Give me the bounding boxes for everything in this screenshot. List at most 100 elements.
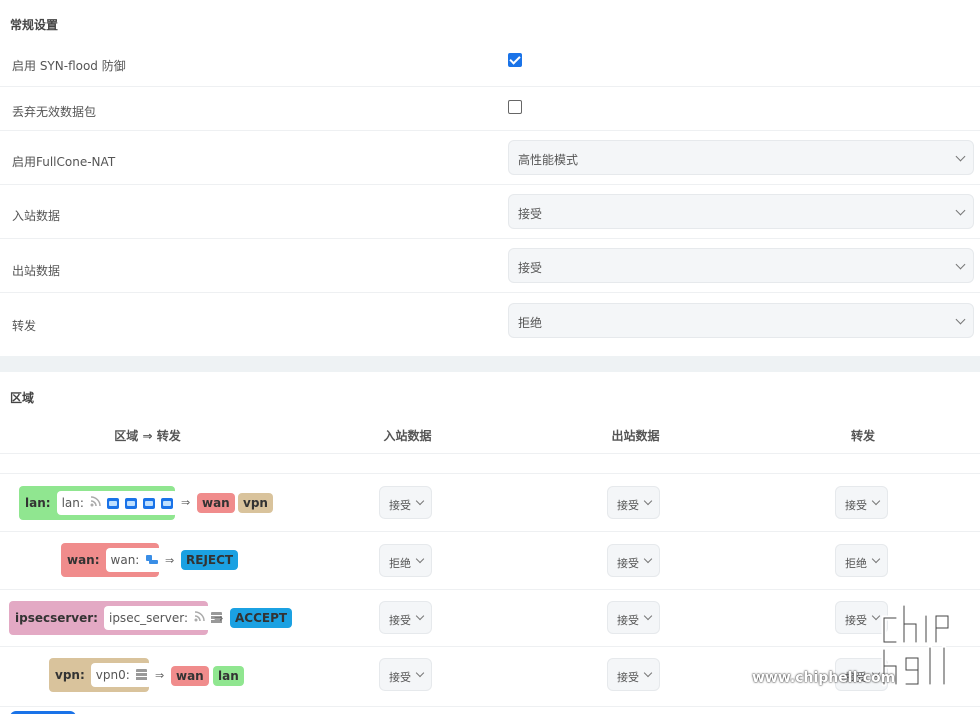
chevron-down-icon bbox=[643, 554, 653, 564]
setting-label: 丢弃无效数据包 bbox=[12, 105, 97, 119]
chevron-down-icon bbox=[415, 668, 425, 678]
setting-label: 启用 SYN-flood 防御 bbox=[12, 59, 126, 73]
zone-name: ipsecserver: bbox=[15, 611, 98, 625]
select-value: 拒绝 bbox=[518, 316, 543, 330]
setting-label: 转发 bbox=[12, 319, 37, 333]
zone-badge-lan[interactable]: lan: lan: bbox=[19, 486, 178, 520]
setting-row-drop-invalid: 丢弃无效数据包 bbox=[0, 87, 980, 131]
zones-title: 区域 bbox=[10, 391, 35, 405]
setting-row-output: 出站数据 接受 bbox=[0, 239, 980, 293]
select-value: 接受 bbox=[845, 614, 867, 627]
forward-arrow: ⇒ bbox=[214, 612, 224, 625]
zone-output-select[interactable]: 接受 bbox=[607, 601, 660, 634]
zone-forward-select[interactable]: 接受 bbox=[835, 486, 888, 519]
chevron-down-icon bbox=[643, 496, 653, 506]
drop-invalid-checkbox[interactable] bbox=[508, 100, 522, 114]
header-input: 入站数据 bbox=[383, 429, 432, 443]
zone-networks: ipsec_server: bbox=[103, 606, 227, 630]
select-value: 接受 bbox=[845, 499, 867, 512]
setting-row-syn-flood: 启用 SYN-flood 防御 bbox=[0, 40, 980, 87]
select-value: 接受 bbox=[389, 671, 411, 684]
network-name: ipsec_server: bbox=[108, 611, 188, 625]
zones-header-row: 区域 ⇒ 转发 入站数据 出站数据 转发 bbox=[0, 416, 980, 454]
select-value: 接受 bbox=[518, 261, 543, 275]
chevron-down-icon bbox=[643, 611, 653, 621]
setting-row-fullcone: 启用FullCone-NAT 高性能模式 bbox=[0, 131, 980, 185]
zone-input-select[interactable]: 接受 bbox=[379, 658, 432, 691]
ethernet-port-icon bbox=[106, 497, 119, 509]
vpn-network-icon bbox=[145, 555, 159, 565]
zone-badge-vpn[interactable]: vpn: vpn0: bbox=[49, 658, 152, 692]
setting-label: 入站数据 bbox=[12, 209, 61, 223]
output-policy-select[interactable]: 接受 bbox=[508, 248, 974, 283]
forward-policy-select[interactable]: 拒绝 bbox=[508, 303, 974, 338]
ethernet-port-icon bbox=[124, 497, 137, 509]
ethernet-port-icon bbox=[142, 497, 155, 509]
network-name: vpn0: bbox=[95, 668, 130, 682]
zone-name: vpn: bbox=[55, 668, 85, 682]
setting-row-forward: 转发 拒绝 bbox=[0, 293, 980, 349]
select-value: 拒绝 bbox=[389, 557, 411, 570]
network-name: wan: bbox=[110, 553, 140, 567]
zone-networks: wan: bbox=[105, 548, 164, 572]
select-value: 接受 bbox=[617, 499, 639, 512]
zone-badge-ipsecserver[interactable]: ipsecserver: ipsec_server: bbox=[9, 601, 227, 635]
forward-arrow: ⇒ bbox=[155, 669, 165, 682]
chevron-down-icon bbox=[415, 611, 425, 621]
select-value: 高性能模式 bbox=[518, 153, 579, 167]
zone-networks: lan: bbox=[56, 491, 178, 515]
zone-row-wan: wan: wan: ⇒ REJECT 拒绝 接受 拒绝 bbox=[0, 532, 980, 590]
zone-name: wan: bbox=[67, 553, 100, 567]
target-tag-wan: wan bbox=[171, 666, 209, 686]
syn-flood-checkbox[interactable] bbox=[508, 53, 522, 67]
chevron-down-icon bbox=[871, 554, 881, 564]
header-output: 出站数据 bbox=[611, 429, 660, 443]
zone-forward-select[interactable]: 拒绝 bbox=[835, 544, 888, 577]
chevron-down-icon bbox=[643, 668, 653, 678]
zone-output-select[interactable]: 接受 bbox=[607, 658, 660, 691]
setting-label: 启用FullCone-NAT bbox=[12, 155, 116, 169]
general-settings-title: 常规设置 bbox=[10, 18, 59, 32]
zones-spacer-row bbox=[0, 454, 980, 474]
zone-row-lan: lan: lan: ⇒ wan vpn 接受 接受 接受 bbox=[0, 474, 980, 532]
chevron-down-icon bbox=[871, 496, 881, 506]
select-value: 接受 bbox=[617, 557, 639, 570]
target-tag-lan: lan bbox=[213, 666, 244, 686]
chevron-down-icon bbox=[955, 151, 966, 162]
zone-input-select[interactable]: 接受 bbox=[379, 601, 432, 634]
setting-row-input: 入站数据 接受 bbox=[0, 185, 980, 239]
server-icon bbox=[135, 669, 147, 681]
select-value: 接受 bbox=[389, 499, 411, 512]
target-tag-vpn: vpn bbox=[238, 493, 273, 513]
chevron-down-icon bbox=[955, 259, 966, 270]
zone-name: lan: bbox=[25, 496, 51, 510]
chevron-down-icon bbox=[415, 496, 425, 506]
setting-label: 出站数据 bbox=[12, 264, 61, 278]
network-name: lan: bbox=[61, 496, 84, 510]
chevron-down-icon bbox=[415, 554, 425, 564]
watermark-text: www.chiphell.com bbox=[752, 670, 896, 686]
select-value: 接受 bbox=[617, 614, 639, 627]
zone-input-select[interactable]: 接受 bbox=[379, 486, 432, 519]
chevron-down-icon bbox=[955, 314, 966, 325]
zone-badge-wan[interactable]: wan: wan: bbox=[61, 543, 164, 577]
target-tag-wan: wan bbox=[197, 493, 235, 513]
target-tag-reject: REJECT bbox=[181, 550, 239, 570]
input-policy-select[interactable]: 接受 bbox=[508, 194, 974, 229]
forward-arrow: ⇒ bbox=[165, 554, 175, 567]
fullcone-select[interactable]: 高性能模式 bbox=[508, 140, 974, 175]
zone-output-select[interactable]: 接受 bbox=[607, 544, 660, 577]
zone-row-ipsecserver: ipsecserver: ipsec_server: ⇒ ACCEPT 接受 接… bbox=[0, 590, 980, 647]
header-forward: 转发 bbox=[850, 429, 875, 443]
wifi-icon bbox=[194, 611, 205, 625]
select-value: 接受 bbox=[617, 671, 639, 684]
forward-arrow: ⇒ bbox=[181, 496, 191, 509]
select-value: 接受 bbox=[389, 614, 411, 627]
zone-networks: vpn0: bbox=[90, 663, 152, 687]
select-value: 接受 bbox=[518, 207, 543, 221]
zone-output-select[interactable]: 接受 bbox=[607, 486, 660, 519]
wifi-icon bbox=[90, 496, 101, 510]
chevron-down-icon bbox=[955, 205, 966, 216]
select-value: 拒绝 bbox=[845, 557, 867, 570]
zone-input-select[interactable]: 拒绝 bbox=[379, 544, 432, 577]
